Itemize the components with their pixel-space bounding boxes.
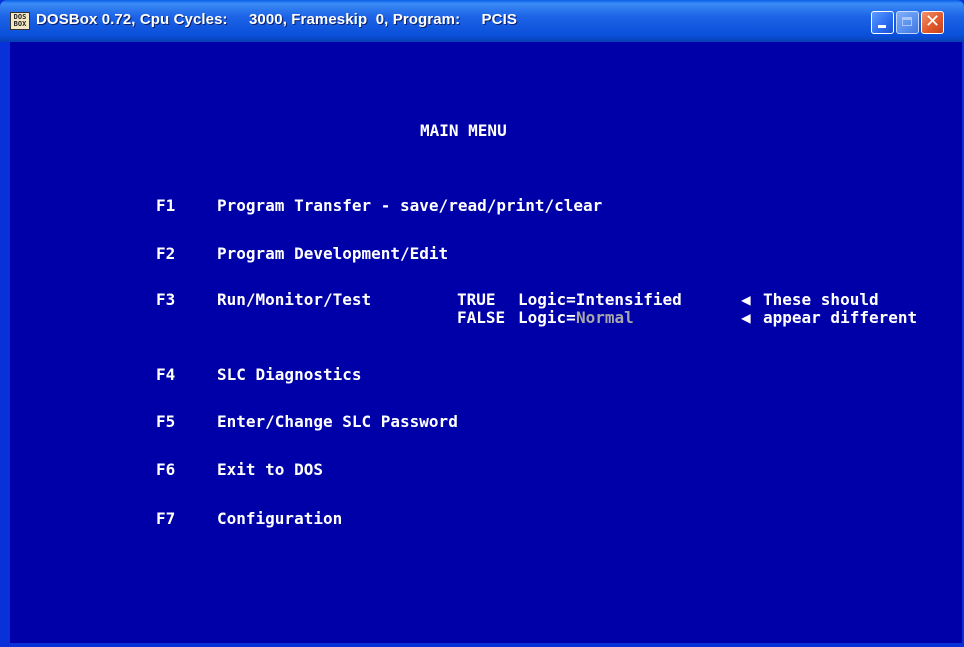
false-logic-label: Logic= — [518, 308, 576, 327]
menu-key-f3[interactable]: F3 — [156, 291, 175, 309]
dosbox-app-icon[interactable]: DOS BOX — [10, 12, 30, 30]
false-label: FALSE — [457, 308, 506, 327]
menu-key-f2[interactable]: F2 — [156, 245, 175, 263]
close-button[interactable]: ✕ — [921, 11, 944, 34]
window-title: DOSBox 0.72, Cpu Cycles: 3000, Frameskip… — [36, 11, 517, 28]
icon-text-line-2: BOX — [13, 20, 27, 28]
arrow-left-icon: ◀ — [741, 308, 751, 327]
maximize-button[interactable] — [896, 11, 919, 34]
arrow-left-icon: ◀ — [741, 290, 751, 309]
minimize-button[interactable] — [871, 11, 894, 34]
menu-item-program-transfer[interactable]: Program Transfer - save/read/print/clear — [217, 197, 602, 215]
menu-key-f1[interactable]: F1 — [156, 197, 175, 215]
menu-key-f7[interactable]: F7 — [156, 510, 175, 528]
true-logic-text: Logic=Intensified — [518, 290, 682, 309]
main-menu-heading: MAIN MENU — [420, 121, 507, 140]
true-label: TRUE — [457, 290, 496, 309]
title-bar[interactable]: DOS BOX DOSBox 0.72, Cpu Cycles: 3000, F… — [0, 0, 964, 42]
menu-item-configuration[interactable]: Configuration — [217, 510, 342, 528]
menu-item-slc-password[interactable]: Enter/Change SLC Password — [217, 413, 458, 431]
menu-item-slc-diagnostics[interactable]: SLC Diagnostics — [217, 366, 362, 384]
note-line-1: These should — [763, 290, 879, 309]
menu-item-exit-to-dos[interactable]: Exit to DOS — [217, 461, 323, 479]
dosbox-window: DOS BOX DOSBox 0.72, Cpu Cycles: 3000, F… — [0, 0, 964, 647]
menu-key-f6[interactable]: F6 — [156, 461, 175, 479]
menu-key-f5[interactable]: F5 — [156, 413, 175, 431]
dos-screen[interactable]: MAIN MENU F1 Program Transfer - save/rea… — [10, 42, 962, 643]
menu-item-run-monitor-test[interactable]: Run/Monitor/Test — [217, 291, 371, 309]
false-logic-value: Normal — [576, 308, 634, 327]
note-line-2: appear different — [763, 308, 918, 327]
menu-key-f4[interactable]: F4 — [156, 366, 175, 384]
menu-item-program-development[interactable]: Program Development/Edit — [217, 245, 448, 263]
